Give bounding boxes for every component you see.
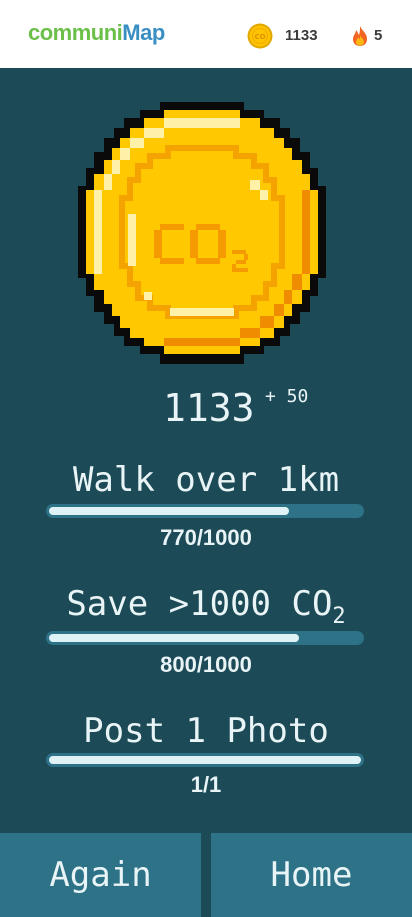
challenge-title-text: Post 1 Photo — [83, 711, 329, 751]
coin-bonus: + 50 — [265, 386, 309, 407]
co2-coin-icon — [78, 102, 326, 364]
top-bar: communiMap CO 1133 5 — [0, 0, 412, 68]
streak-count: 5 — [374, 27, 383, 44]
progress-fill — [49, 634, 299, 642]
progress-text: 1/1 — [190, 772, 222, 797]
logo-part-map: Map — [122, 20, 165, 45]
progress-bar — [46, 631, 364, 645]
challenge-title-text: Walk over 1km — [72, 460, 340, 500]
progress-bar — [46, 753, 364, 767]
svg-text:CO: CO — [254, 33, 265, 41]
progress-fill — [49, 756, 361, 764]
again-button[interactable]: Again — [0, 833, 201, 917]
progress-bar — [46, 504, 364, 518]
progress-text: 770/1000 — [160, 525, 252, 550]
coin-total: 1133 — [163, 386, 255, 430]
challenge-title: Save >1000 CO2 — [0, 584, 412, 629]
progress-text: 800/1000 — [160, 652, 252, 677]
challenge-title-text: Save >1000 CO — [66, 584, 333, 624]
coin-icon: CO — [247, 23, 273, 49]
flame-icon — [353, 26, 367, 46]
progress-fill — [49, 507, 289, 515]
challenge-title-subscript: 2 — [332, 603, 346, 629]
app-logo[interactable]: communiMap — [28, 20, 165, 46]
home-button[interactable]: Home — [211, 833, 412, 917]
coin-balance: 1133 — [285, 27, 318, 44]
challenge-title: Post 1 Photo — [0, 711, 412, 751]
challenge-title: Walk over 1km — [0, 460, 412, 500]
logo-part-communi: communi — [28, 20, 123, 45]
